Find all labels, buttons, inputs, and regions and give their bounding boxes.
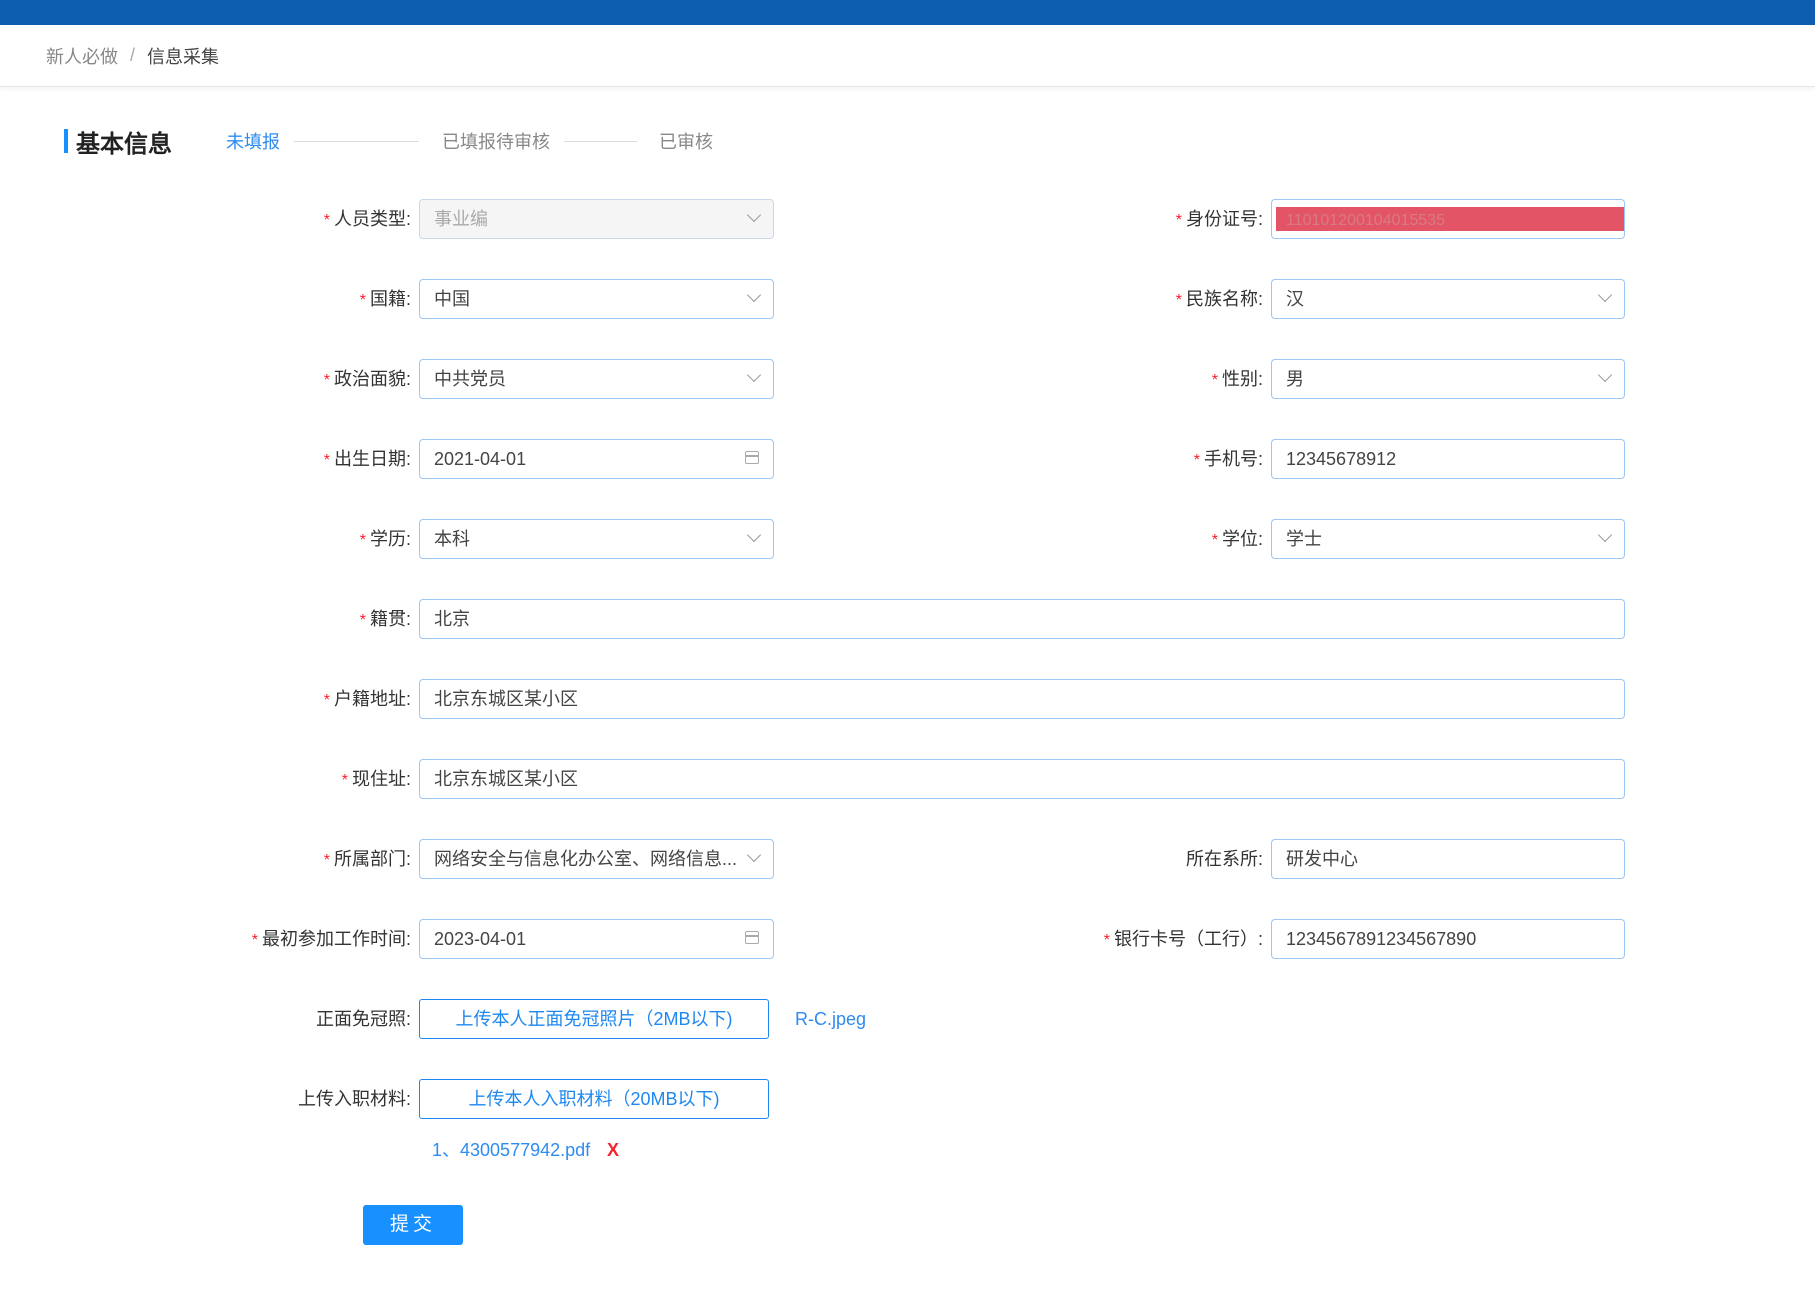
section-title: 基本信息 <box>64 124 172 158</box>
required-mark: * <box>323 692 330 709</box>
required-mark: * <box>359 292 366 309</box>
degree-value: 学士 <box>1286 529 1322 549</box>
phone-value: 12345678912 <box>1286 449 1397 469</box>
first-work-date-label: * 最初参加工作时间: <box>251 929 411 949</box>
bank-card-value: 1234567891234567890 <box>1286 929 1477 949</box>
step-reviewed: 已审核 <box>659 132 713 152</box>
nationality-label: * 国籍: <box>359 289 411 309</box>
chevron-down-icon <box>1597 367 1613 383</box>
top-header-bar <box>0 0 1815 25</box>
id-number-value: 110101200104015535 <box>1286 212 1445 229</box>
breadcrumb-item-info-collect: 信息采集 <box>147 46 220 67</box>
photo-label: 正面免冠照: <box>315 1009 411 1029</box>
required-mark: * <box>359 612 366 629</box>
chevron-down-icon <box>746 367 762 383</box>
delete-file-icon[interactable]: X <box>607 1138 619 1162</box>
gender-select[interactable]: 男 <box>1271 359 1625 399</box>
required-mark: * <box>1175 212 1182 229</box>
political-status-value: 中共党员 <box>434 369 506 389</box>
required-mark: * <box>1103 932 1110 949</box>
chevron-down-icon <box>746 207 762 223</box>
chevron-down-icon <box>746 847 762 863</box>
phone-input[interactable]: 12345678912 <box>1271 439 1625 479</box>
section-title-bar <box>64 129 68 153</box>
degree-select[interactable]: 学士 <box>1271 519 1625 559</box>
bank-card-input[interactable]: 1234567891234567890 <box>1271 919 1625 959</box>
current-address-value: 北京东城区某小区 <box>434 769 578 789</box>
birth-date-label: * 出生日期: <box>323 449 411 469</box>
id-number-label: * 身份证号: <box>1175 209 1263 229</box>
education-select[interactable]: 本科 <box>419 519 774 559</box>
first-work-date-value: 2023-04-01 <box>434 929 527 949</box>
political-status-label: * 政治面貌: <box>323 369 411 389</box>
birth-date-picker[interactable]: 2021-04-01 <box>419 439 774 479</box>
step-not-filled: 未填报 <box>226 132 280 152</box>
step-pending-review: 已填报待审核 <box>442 132 550 152</box>
upload-materials-button[interactable]: 上传本人入职材料（20MB以下) <box>419 1079 769 1119</box>
required-mark: * <box>323 212 330 229</box>
required-mark: * <box>1211 532 1218 549</box>
department-label: * 所属部门: <box>323 849 411 869</box>
required-mark: * <box>1175 292 1182 309</box>
chevron-down-icon <box>746 527 762 543</box>
required-mark: * <box>1211 372 1218 389</box>
required-mark: * <box>341 772 348 789</box>
chevron-down-icon <box>1597 287 1613 303</box>
current-address-label: * 现住址: <box>341 769 411 789</box>
chevron-down-icon <box>1597 527 1613 543</box>
education-value: 本科 <box>434 529 470 549</box>
calendar-icon <box>745 451 759 464</box>
household-address-input[interactable]: 北京东城区某小区 <box>419 679 1625 719</box>
required-mark: * <box>1193 452 1200 469</box>
faculty-value: 研发中心 <box>1286 849 1358 869</box>
required-mark: * <box>251 932 258 949</box>
section-title-text: 基本信息 <box>76 130 172 158</box>
upload-photo-button[interactable]: 上传本人正面免冠照片（2MB以下) <box>419 999 769 1039</box>
materials-label: 上传入职材料: <box>297 1089 411 1109</box>
required-mark: * <box>359 532 366 549</box>
household-address-value: 北京东城区某小区 <box>434 689 578 709</box>
nationality-value: 中国 <box>434 289 470 309</box>
department-value: 网络安全与信息化办公室、网络信息... <box>434 849 738 869</box>
ethnicity-select[interactable]: 汉 <box>1271 279 1625 319</box>
submit-button[interactable]: 提交 <box>363 1205 463 1245</box>
breadcrumb-item-new-hire[interactable]: 新人必做 <box>46 43 118 69</box>
birth-date-value: 2021-04-01 <box>434 449 527 469</box>
required-mark: * <box>323 372 330 389</box>
nationality-select[interactable]: 中国 <box>419 279 774 319</box>
bank-card-label: * 银行卡号（工行）: <box>1103 929 1263 949</box>
political-status-select[interactable]: 中共党员 <box>419 359 774 399</box>
gender-label: * 性别: <box>1211 369 1263 389</box>
person-type-label: * 人员类型: <box>323 209 411 229</box>
ethnicity-label: * 民族名称: <box>1175 289 1263 309</box>
required-mark: * <box>323 452 330 469</box>
person-type-value: 事业编 <box>434 209 488 229</box>
native-place-value: 北京 <box>434 609 470 629</box>
id-number-input[interactable]: 110101200104015535 <box>1271 199 1625 239</box>
required-mark: * <box>323 852 330 869</box>
photo-file-link[interactable]: R-C.jpeg <box>795 1007 866 1031</box>
ethnicity-value: 汉 <box>1286 289 1304 309</box>
native-place-input[interactable]: 北京 <box>419 599 1625 639</box>
degree-label: * 学位: <box>1211 529 1263 549</box>
breadcrumb-separator: / <box>130 45 136 65</box>
step-connector <box>564 140 637 142</box>
household-address-label: * 户籍地址: <box>323 689 411 709</box>
breadcrumb: 新人必做 / 信息采集 <box>0 25 1815 87</box>
calendar-icon <box>745 931 759 944</box>
step-connector <box>294 140 419 142</box>
faculty-input[interactable]: 研发中心 <box>1271 839 1625 879</box>
education-label: * 学历: <box>359 529 411 549</box>
native-place-label: * 籍贯: <box>359 609 411 629</box>
materials-file-link[interactable]: 1、4300577942.pdf <box>432 1138 590 1162</box>
phone-label: * 手机号: <box>1193 449 1263 469</box>
status-steps: 未填报 已填报待审核 已审核 <box>226 128 713 154</box>
gender-value: 男 <box>1286 369 1304 389</box>
chevron-down-icon <box>746 287 762 303</box>
person-type-select[interactable]: 事业编 <box>419 199 774 239</box>
current-address-input[interactable]: 北京东城区某小区 <box>419 759 1625 799</box>
faculty-label: 所在系所: <box>1185 849 1263 869</box>
first-work-date-picker[interactable]: 2023-04-01 <box>419 919 774 959</box>
department-select[interactable]: 网络安全与信息化办公室、网络信息... <box>419 839 774 879</box>
